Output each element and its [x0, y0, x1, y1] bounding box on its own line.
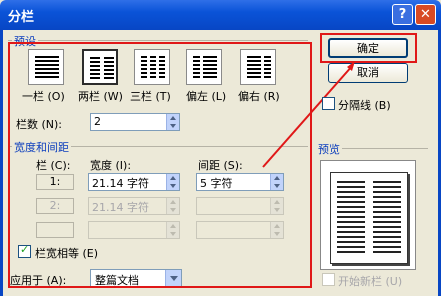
close-button[interactable]: ✕	[415, 4, 436, 25]
help-button[interactable]: ?	[392, 4, 413, 25]
two-column-preview-icon	[337, 181, 401, 253]
separator-checkbox[interactable]	[322, 97, 335, 110]
preset-group-line	[8, 40, 308, 41]
separator-label[interactable]: 分隔线 (B)	[338, 97, 391, 113]
preview-label: 预览	[316, 141, 342, 157]
new-column-label: 开始新栏 (U)	[338, 275, 403, 288]
title-bar: 分栏 ? ✕	[0, 0, 441, 30]
window-title: 分栏	[8, 10, 35, 25]
preview-page	[330, 172, 408, 264]
new-column-checkbox	[322, 273, 335, 286]
red-arrow-icon	[262, 61, 355, 168]
